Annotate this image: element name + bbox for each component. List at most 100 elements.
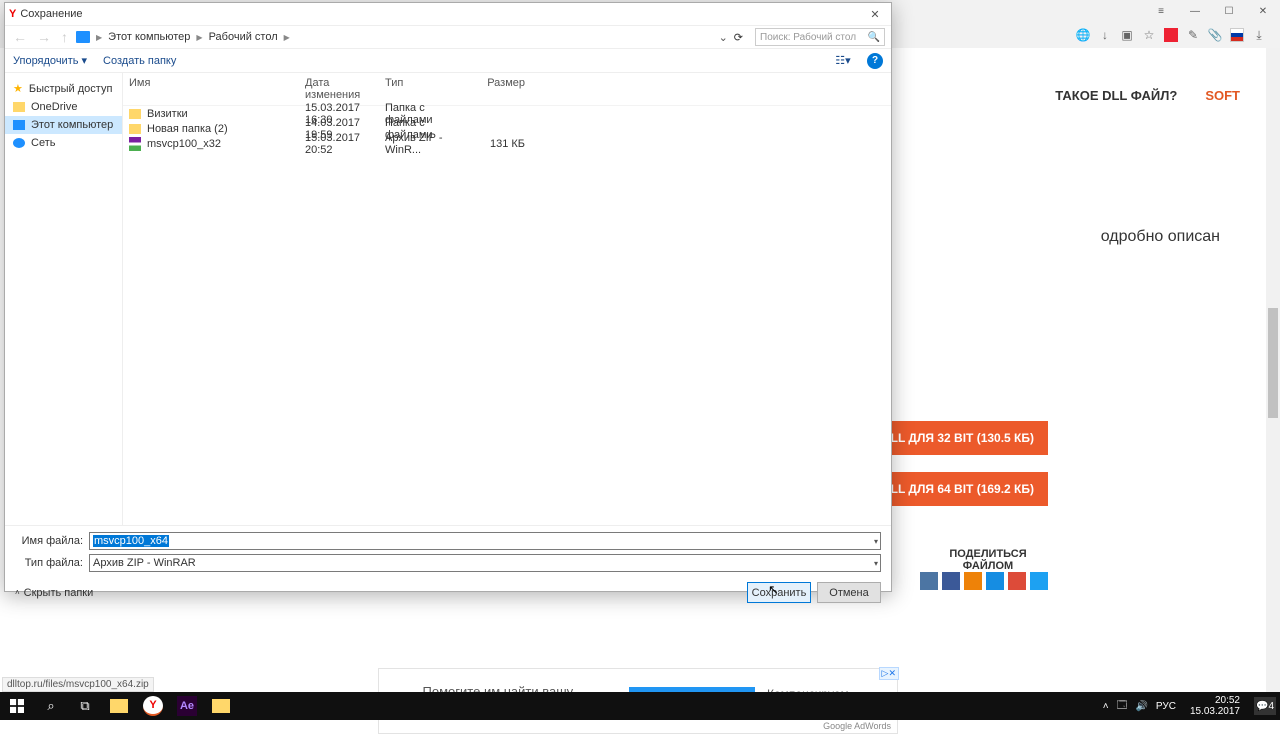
taskbar-app-explorer[interactable] <box>102 692 136 720</box>
bookmark-star-icon[interactable]: ☆ <box>1142 28 1156 42</box>
browser-close-button[interactable]: ✕ <box>1246 0 1280 22</box>
file-row[interactable]: Новая папка (2)14.03.2017 19:59Папка с ф… <box>123 121 891 136</box>
new-folder-button[interactable]: Создать папку <box>103 55 176 67</box>
column-size[interactable]: Размер <box>465 77 525 101</box>
browser-menu-button[interactable]: ≡ <box>1144 0 1178 22</box>
tray-volume-icon[interactable]: 🔊 <box>1135 701 1147 712</box>
filetype-label: Тип файла: <box>15 557 83 569</box>
file-row[interactable]: msvcp100_x3215.03.2017 20:52Архив ZIP - … <box>123 136 891 151</box>
browser-minimize-button[interactable]: — <box>1178 0 1212 22</box>
twitter-icon[interactable] <box>1030 572 1048 590</box>
adchoices-icon[interactable]: ▷✕ <box>879 667 899 680</box>
filename-input[interactable]: msvcp100_x64 ▾ <box>89 532 881 550</box>
folder-icon <box>212 699 230 713</box>
googleplus-icon[interactable] <box>1008 572 1026 590</box>
chevron-right-icon[interactable]: ▶ <box>284 33 290 42</box>
box-icon[interactable]: ▣ <box>1120 28 1134 42</box>
search-input[interactable]: Поиск: Рабочий стол 🔍 <box>755 28 885 46</box>
sidebar-onedrive[interactable]: OneDrive <box>5 98 122 116</box>
filetype-select[interactable]: Архив ZIP - WinRAR ▾ <box>89 554 881 572</box>
chevron-right-icon[interactable]: ▶ <box>196 33 202 42</box>
view-options-icon[interactable]: ☷▾ <box>835 53 851 69</box>
sidebar-item-label: Сеть <box>31 137 55 149</box>
search-placeholder: Поиск: Рабочий стол <box>760 32 856 43</box>
network-icon <box>13 138 25 148</box>
chevron-right-icon[interactable]: ▶ <box>96 33 102 42</box>
sidebar-item-label: Этот компьютер <box>31 119 113 131</box>
file-type: Архив ZIP - WinR... <box>385 132 465 156</box>
page-scrollbar[interactable] <box>1266 48 1280 692</box>
clip-icon[interactable]: 📎 <box>1208 28 1222 42</box>
action-center-icon[interactable]: 💬4 <box>1254 697 1276 715</box>
folder-icon <box>129 109 141 119</box>
column-type[interactable]: Тип <box>385 77 465 101</box>
search-button[interactable]: ⌕ <box>34 692 68 720</box>
mailru-icon[interactable] <box>986 572 1004 590</box>
file-name: Визитки <box>147 108 305 120</box>
organize-button[interactable]: Упорядочить ▾ <box>13 54 87 67</box>
globe-icon[interactable]: 🌐 <box>1076 28 1090 42</box>
vk-icon[interactable] <box>920 572 938 590</box>
page-blurb: одробно описан <box>1101 228 1220 246</box>
chevron-up-icon: ˄ <box>15 588 20 597</box>
file-name: msvcp100_x32 <box>147 138 305 150</box>
help-icon[interactable]: ? <box>867 53 883 69</box>
download-icon[interactable]: ⤓ <box>1252 28 1266 42</box>
save-button[interactable]: Сохранить <box>747 582 811 603</box>
start-button[interactable] <box>0 692 34 720</box>
file-list-header: Имя Дата изменения Тип Размер <box>123 73 891 106</box>
cancel-button[interactable]: Отмена <box>817 582 881 603</box>
browser-toolbar: 🌐 ↓ ▣ ☆ ✎ 📎 ⤓ <box>1076 28 1266 42</box>
share-title: ПОДЕЛИТЬСЯ ФАЙЛОМ <box>928 548 1048 572</box>
breadcrumb-root[interactable]: Этот компьютер <box>108 31 190 43</box>
folder-icon <box>129 124 141 134</box>
nav-up-button[interactable]: ↑ <box>59 29 70 45</box>
red-square-icon[interactable] <box>1164 28 1178 42</box>
browser-maximize-button[interactable]: ☐ <box>1212 0 1246 22</box>
taskbar-app-aftereffects[interactable]: Ae <box>170 692 204 720</box>
taskbar: ⌕ ⧉ Y Ae ˄ 🗔 🔊 РУС 20:52 15.03.2017 💬4 <box>0 692 1280 720</box>
status-bar-url: dlltop.ru/files/msvcp100_x64.zip <box>2 677 154 692</box>
refresh-icon[interactable]: ⟳ <box>734 31 743 44</box>
dialog-close-button[interactable]: ✕ <box>863 5 887 23</box>
sidebar-this-pc[interactable]: Этот компьютер <box>5 116 122 134</box>
nav-forward-button[interactable]: → <box>35 29 53 45</box>
aftereffects-icon: Ae <box>177 696 197 716</box>
tray-language[interactable]: РУС <box>1156 701 1176 712</box>
breadcrumb-folder[interactable]: Рабочий стол <box>209 31 278 43</box>
dialog-sidebar: ★ Быстрый доступ OneDrive Этот компьютер… <box>5 73 123 525</box>
taskbar-app-folder[interactable] <box>204 692 238 720</box>
hide-folders-toggle[interactable]: ˄ Скрыть папки <box>15 587 93 599</box>
sidebar-quick-access[interactable]: ★ Быстрый доступ <box>5 79 122 98</box>
dialog-footer: Имя файла: msvcp100_x64 ▾ Тип файла: Арх… <box>5 525 891 609</box>
task-view-button[interactable]: ⧉ <box>68 692 102 720</box>
tray-chevron-up-icon[interactable]: ˄ <box>1103 701 1109 712</box>
filetype-value: Архив ZIP - WinRAR <box>93 557 196 569</box>
pen-icon[interactable]: ✎ <box>1186 28 1200 42</box>
dialog-nav-bar: ← → ↑ ▶ Этот компьютер ▶ Рабочий стол ▶ … <box>5 25 891 49</box>
column-date[interactable]: Дата изменения <box>305 77 385 101</box>
chevron-down-icon[interactable]: ⌄ <box>719 31 728 44</box>
file-row[interactable]: Визитки15.03.2017 16:30Папка с файлами <box>123 106 891 121</box>
dialog-titlebar[interactable]: Y Сохранение ✕ <box>5 3 891 25</box>
rus-flag-icon[interactable] <box>1230 28 1244 42</box>
taskbar-app-yandex[interactable]: Y <box>136 692 170 720</box>
tray-battery-icon[interactable]: 🗔 <box>1117 698 1128 715</box>
folder-icon <box>13 102 25 112</box>
yandex-y-icon: Y <box>9 8 16 20</box>
system-tray: ˄ 🗔 🔊 РУС 20:52 15.03.2017 💬4 <box>1103 695 1280 717</box>
column-name[interactable]: Имя <box>129 77 305 101</box>
site-nav: ТАКОЕ DLL ФАЙЛ? SOFT <box>1055 88 1240 103</box>
chevron-down-icon[interactable]: ▾ <box>874 537 878 546</box>
nav-back-button[interactable]: ← <box>11 29 29 45</box>
nav-what-is-dll[interactable]: ТАКОЕ DLL ФАЙЛ? <box>1055 88 1177 103</box>
facebook-icon[interactable] <box>942 572 960 590</box>
download-arrow-icon[interactable]: ↓ <box>1098 28 1112 42</box>
odnoklassniki-icon[interactable] <box>964 572 982 590</box>
share-icons <box>920 572 1048 590</box>
sidebar-network[interactable]: Сеть <box>5 134 122 152</box>
star-icon: ★ <box>13 82 23 95</box>
chevron-down-icon[interactable]: ▾ <box>874 559 878 568</box>
nav-soft[interactable]: SOFT <box>1205 88 1240 103</box>
taskbar-clock[interactable]: 20:52 15.03.2017 <box>1184 695 1246 717</box>
